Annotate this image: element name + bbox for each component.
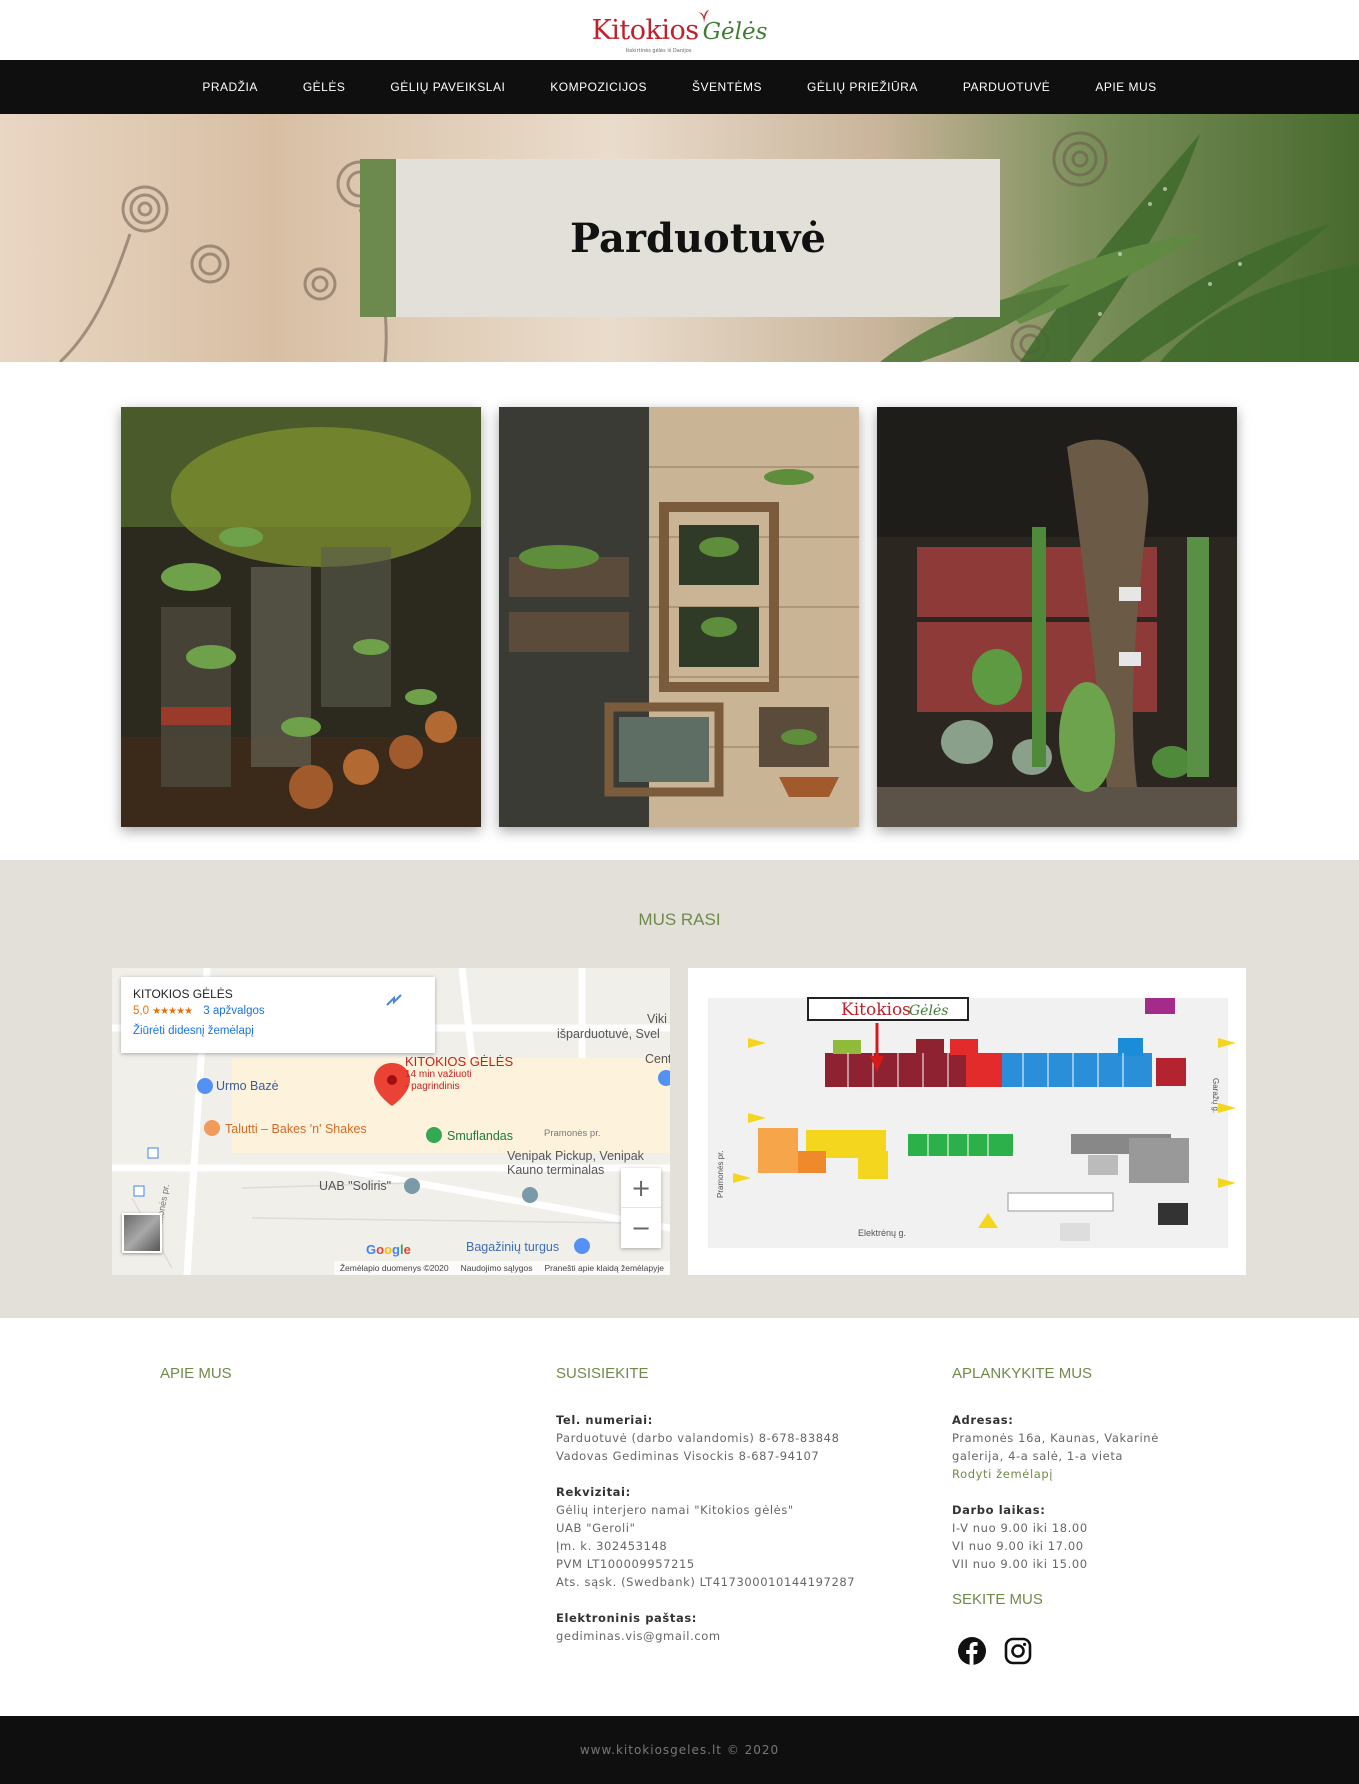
nav-item-sventems[interactable]: ŠVENTĖMS	[669, 80, 784, 94]
main-nav: PRADŽIA GĖLĖS GĖLIŲ PAVEIKSLAI KOMPOZICI…	[0, 60, 1359, 114]
map-label-cent: Cent	[645, 1052, 670, 1066]
hero-accent-bar	[360, 159, 396, 317]
map-place-name: KITOKIOS GĖLĖS	[133, 987, 233, 1001]
about-column: APIE MUS	[160, 1365, 556, 1698]
visit-column: APLANKYKITE MUS Adresas: Pramonės 16a, K…	[952, 1365, 1348, 1698]
gallery-photo-cacti[interactable]	[877, 407, 1237, 827]
facebook-icon[interactable]	[957, 1636, 987, 1666]
hours-label: Darbo laikas:	[952, 1503, 1046, 1517]
phone-manager: Vadovas Gediminas Visockis 8-687-94107	[556, 1449, 820, 1463]
gallery-photo-wall-frames[interactable]	[499, 407, 859, 827]
star-rating-icon: ★★★★★	[152, 1006, 193, 1017]
map-label-soliris: UAB "Soliris"	[319, 1179, 392, 1193]
contact-column: SUSISIEKITE Tel. numeriai: Parduotuvė (d…	[556, 1365, 952, 1698]
page-title: Parduotuvė	[570, 214, 826, 262]
phones-label: Tel. numeriai:	[556, 1413, 653, 1427]
map-attribution: Žemėlapio duomenys ©2020 Naudojimo sąlyg…	[333, 1261, 670, 1275]
requisite-line: PVM LT100009957215	[556, 1557, 695, 1571]
contact-title: SUSISIEKITE	[556, 1365, 649, 1382]
nav-item-geliu-prieziura[interactable]: GĖLIŲ PRIEŽIŪRA	[785, 80, 941, 94]
site-logo[interactable]: Kitokios Gėlės Išskirtinės gėlės iš Dani…	[591, 9, 767, 54]
address-line: galerija, 4-a salė, 1-a vieta	[952, 1449, 1124, 1463]
map-label-talutti: Talutti – Bakes 'n' Shakes	[225, 1122, 367, 1136]
visit-title: APLANKYKITE MUS	[952, 1365, 1093, 1382]
map-label-bagaziniu: Bagažinių turgus	[466, 1240, 560, 1254]
hours-line: VII nuo 9.00 iki 15.00	[952, 1557, 1088, 1571]
map-label-viki: Viki	[647, 1012, 667, 1026]
map-pin-title: KITOKIOS GĖLĖS	[405, 1054, 514, 1069]
requisite-line: Ats. sąsk. (Swedbank) LT4173000101441972…	[556, 1575, 856, 1589]
hero-title-card: Parduotuvė	[360, 159, 1000, 317]
nav-item-pradzia[interactable]: PRADŽIA	[180, 80, 281, 94]
map-zoom-control: + −	[621, 1168, 661, 1248]
hours-line: VI nuo 9.00 iki 17.00	[952, 1539, 1084, 1553]
map-rating-score: 5,0	[133, 1005, 149, 1017]
map-label-urmo: Urmo Bazė	[216, 1079, 279, 1093]
google-map[interactable]: KITOKIOS GĖLĖS 5,0 ★★★★★ 3 apžvalgos Žiū…	[112, 968, 670, 1275]
map-terms-link[interactable]: Naudojimo sąlygos	[461, 1263, 533, 1273]
address-line: Pramonės 16a, Kaunas, Vakarinė	[952, 1431, 1159, 1445]
requisite-line: Įm. k. 302453148	[556, 1539, 668, 1553]
requisite-line: UAB "Geroli"	[556, 1521, 636, 1535]
site-footer: www.kitokiosgeles.lt © 2020	[0, 1716, 1359, 1784]
nav-item-parduotuve[interactable]: PARDUOTUVĖ	[940, 80, 1072, 94]
plan-street-bottom: Elektrėnų g.	[858, 1228, 906, 1238]
map-report-link[interactable]: Pranešti apie klaidą žemėlapyje	[544, 1263, 664, 1273]
satellite-toggle[interactable]	[122, 1213, 162, 1253]
logo-main-text: Kitokios	[591, 14, 700, 46]
location-title: MUS RASI	[638, 910, 721, 929]
google-logo: Google	[366, 1242, 411, 1257]
footer-info: APIE MUS SUSISIEKITE Tel. numeriai: Pard…	[0, 1318, 1359, 1698]
hours-line: I-V nuo 9.00 iki 18.00	[952, 1521, 1088, 1535]
map-label-venipak-2: Kauno terminalas	[507, 1163, 605, 1177]
map-data-credit: Žemėlapio duomenys ©2020	[339, 1263, 449, 1273]
map-larger-link[interactable]: Žiūrėti didesnį žemėlapį	[133, 1025, 423, 1037]
market-floor-plan: Kitokios Gėlės Elektrėnų g. Pramonės pr.…	[688, 968, 1246, 1275]
address-label: Adresas:	[952, 1413, 1014, 1427]
instagram-icon[interactable]	[1003, 1636, 1033, 1666]
nav-item-kompozicijos[interactable]: KOMPOZICIJOS	[528, 80, 670, 94]
email-value[interactable]: gediminas.vis@gmail.com	[556, 1627, 952, 1645]
show-map-link[interactable]: Rodyti žemėlapį	[952, 1467, 1053, 1481]
nav-item-geliu-paveikslai[interactable]: GĖLIŲ PAVEIKSLAI	[368, 80, 528, 94]
about-title: APIE MUS	[160, 1365, 232, 1382]
site-header: Kitokios Gėlės Išskirtinės gėlės iš Dani…	[0, 0, 1359, 60]
map-label-ispard: išparduotuvė, Svel	[557, 1027, 660, 1041]
gallery-photo-terrariums[interactable]	[121, 407, 481, 827]
plan-street-left: Pramonės pr.	[716, 1150, 725, 1198]
location-section: MUS RASI KITOKIOS GĖLĖS 5,0 ★★★★★ 3 apžv…	[0, 860, 1359, 1318]
phone-shop: Parduotuvė (darbo valandomis) 8-678-8384…	[556, 1431, 840, 1445]
map-place-card: KITOKIOS GĖLĖS 5,0 ★★★★★ 3 apžvalgos Žiū…	[121, 977, 435, 1053]
hero-banner: Parduotuvė	[0, 114, 1359, 362]
map-label-venipak: Venipak Pickup, Venipak	[507, 1149, 644, 1163]
plan-logo-main: Kitokios	[841, 1000, 911, 1020]
email-label: Elektroninis paštas:	[556, 1611, 697, 1625]
plan-street-right: Garažų g.	[1211, 1078, 1220, 1113]
photo-gallery	[0, 362, 1359, 860]
plan-logo-second: Gėlės	[909, 1003, 948, 1019]
map-rating: 5,0 ★★★★★ 3 apžvalgos	[133, 1005, 423, 1017]
floor-plan-image: Kitokios Gėlės Elektrėnų g. Pramonės pr.…	[688, 968, 1246, 1275]
logo-tagline: Išskirtinės gėlės iš Danijos	[625, 47, 692, 54]
follow-title: SEKITE MUS	[952, 1591, 1043, 1608]
map-reviews-link[interactable]: 3 apžvalgos	[203, 1005, 264, 1017]
map-label-pramones: Pramonės pr.	[544, 1128, 601, 1139]
copyright: www.kitokiosgeles.lt © 2020	[579, 1743, 780, 1757]
map-label-smuflandas: Smuflandas	[447, 1129, 514, 1143]
requisites-label: Rekvizitai:	[556, 1485, 631, 1499]
requisite-line: Gėlių interjero namai "Kitokios gėlės"	[556, 1503, 794, 1517]
directions-icon[interactable]	[385, 993, 403, 1007]
map-pin-sub2: - pagrindinis	[405, 1081, 460, 1092]
nav-item-geles[interactable]: GĖLĖS	[280, 80, 368, 94]
flower-icon	[698, 9, 709, 23]
nav-item-apie-mus[interactable]: APIE MUS	[1073, 80, 1179, 94]
zoom-out-button[interactable]: −	[621, 1208, 661, 1248]
social-links	[957, 1636, 1348, 1666]
map-pin-sub1: 14 min važiuoti	[405, 1069, 472, 1080]
zoom-in-button[interactable]: +	[621, 1168, 661, 1208]
